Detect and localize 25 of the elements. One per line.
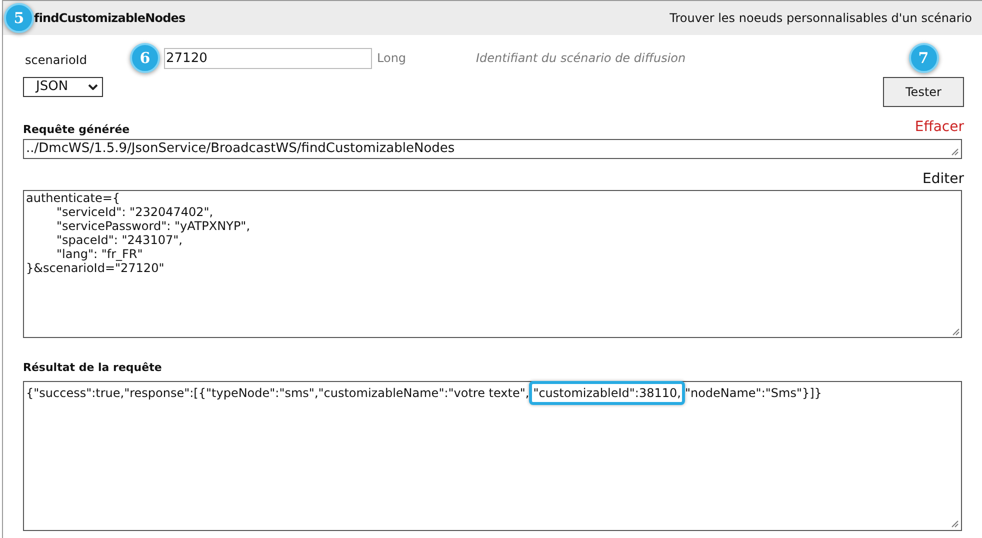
format-select[interactable]: JSON <box>23 77 103 97</box>
method-description: Trouver les noeuds personnalisables d'un scénario <box>670 10 972 27</box>
test-button[interactable]: Tester <box>883 77 964 107</box>
result-text: {"success":true,"response":[{"typeNode":"sms","customizableName":"votre texte", <box>26 386 530 400</box>
section-label: Requête générée <box>23 122 130 138</box>
scenario-id-field[interactable]: 27120 <box>164 48 372 68</box>
step-badge: 6 <box>130 43 160 73</box>
resize-handle-icon[interactable] <box>951 148 959 156</box>
url-field[interactable]: ../DmcWS/1.5.9/JsonService/BroadcastWS/findCustomizableNodes <box>23 139 962 159</box>
highlighted-result-text: "customizableId":38110, <box>529 380 685 404</box>
edit-link[interactable]: Editer <box>922 169 964 190</box>
param-description: Identifiant du scénario de diffusion <box>476 50 686 67</box>
resize-handle-icon[interactable] <box>952 328 960 336</box>
param-label: scenarioId <box>24 52 88 69</box>
section-label: Résultat de la requête <box>23 360 163 376</box>
resize-handle-icon[interactable] <box>951 520 959 528</box>
chevron-down-icon <box>88 84 98 90</box>
param-type: Long <box>377 50 408 67</box>
request-body-field[interactable]: authenticate={ "serviceId": "232047402", "servicePassword": "yATPXNYP", "spaceId": "243107", "lang": "fr_FR" }&scenarioId="27120" <box>23 190 962 338</box>
method-title: findCustomizableNodes <box>34 10 186 27</box>
clear-link[interactable]: Effacer <box>914 117 964 138</box>
result-text: "nodeName":"Sms"}]} <box>684 386 822 400</box>
step-badge: 7 <box>908 43 938 73</box>
step-badge: 5 <box>4 3 34 33</box>
result-field[interactable]: {"success":true,"response":[{"typeNode":"sms","customizableName":"votre texte", "customizableId":38110, "nodeName":"Sms"}]} <box>23 380 962 530</box>
